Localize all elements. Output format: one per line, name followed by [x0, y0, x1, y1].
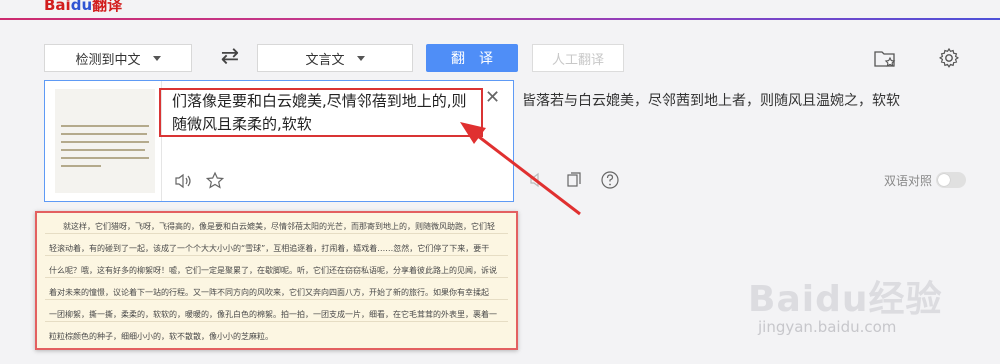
header-accent-line	[0, 18, 1000, 20]
gear-icon[interactable]	[937, 46, 961, 70]
target-language-label: 文言文	[305, 52, 345, 68]
bilingual-toggle-label: 双语对照	[884, 174, 933, 188]
toggle-knob	[938, 174, 950, 186]
watermark-url: jingyan.baidu.com	[758, 318, 897, 336]
chevron-down-icon	[356, 55, 365, 61]
document-line: 着对未来的憧憬，议论着下一站的行程。又一阵不同方向的风吹来，它们又奔向四面八方，…	[49, 288, 489, 297]
document-line: 就这样，它们猎呀，飞呀，飞得高的，像是要和白云媲美，尽情邻蓓太阳的光芒，而那寄到…	[63, 222, 495, 231]
source-language-label: 检测到中文	[75, 52, 141, 68]
logo-suffix: 翻译	[92, 0, 123, 14]
copy-icon[interactable]	[564, 170, 584, 190]
translation-output-panel: 皆落若与白云媲美，尽邻茜到地上者，则随风且温婉之，软软 双语对照	[514, 80, 970, 202]
translation-text[interactable]: 皆落若与白云媲美，尽邻茜到地上者，则随风且温婉之，软软	[522, 90, 962, 112]
human-translate-button[interactable]: 人工翻译	[532, 44, 624, 72]
baidu-jingyan-watermark: Baidu经验 jingyan.baidu.com	[738, 270, 978, 350]
bilingual-toggle[interactable]	[936, 172, 966, 188]
source-language-select[interactable]: 检测到中文	[44, 44, 192, 72]
uploaded-image-thumbnail[interactable]	[55, 89, 155, 193]
speaker-icon[interactable]	[173, 171, 193, 191]
baidu-translate-logo[interactable]: Baidu翻译	[44, 0, 122, 15]
top-bar: Baidu翻译	[0, 0, 1000, 20]
annotation-highlight-box	[159, 88, 483, 137]
star-icon[interactable]	[205, 171, 225, 191]
watermark-logo: Baidu经验	[748, 279, 943, 320]
document-line: 轻滚动着，有的碰到了一起，该成了一个个大大小小的“雪球”，互相追逐着，打闹着，嬉…	[49, 244, 490, 253]
document-line: 粒粒棕颜色的种子，细细小小的，软不散散，像小小的芝麻粒。	[49, 332, 273, 341]
source-input-panel[interactable]: 们落像是要和白云媲美,尽情邻蓓到地上的,则随微风且柔柔的,软软 ✕	[44, 80, 514, 202]
logo-du: du	[70, 0, 93, 14]
chevron-down-icon	[152, 55, 161, 61]
speaker-icon[interactable]	[528, 170, 548, 190]
target-language-select[interactable]: 文言文	[257, 44, 413, 72]
folder-star-icon[interactable]	[873, 46, 897, 70]
help-icon[interactable]	[600, 170, 620, 190]
document-line: 什么呢？哦，这有好多的柳絮呀！嘘，它们一定是聚累了，在歇脚呢。听，它们还在窃窃私…	[49, 266, 497, 275]
close-icon[interactable]: ✕	[485, 89, 500, 107]
source-document-image: 就这样，它们猎呀，飞呀，飞得高的，像是要和白云媲美，尽情邻蓓太阳的光芒，而那寄到…	[35, 211, 518, 350]
logo-text: Bai	[44, 0, 71, 14]
document-line: 一团柳絮，撕一撕，柔柔的，软软的，暖暖的，像孔白色的棉絮。拍一拍，一团支成一片，…	[49, 310, 497, 319]
swap-arrows-icon[interactable]: ⇄	[218, 46, 242, 70]
translate-button[interactable]: 翻译	[426, 44, 518, 72]
